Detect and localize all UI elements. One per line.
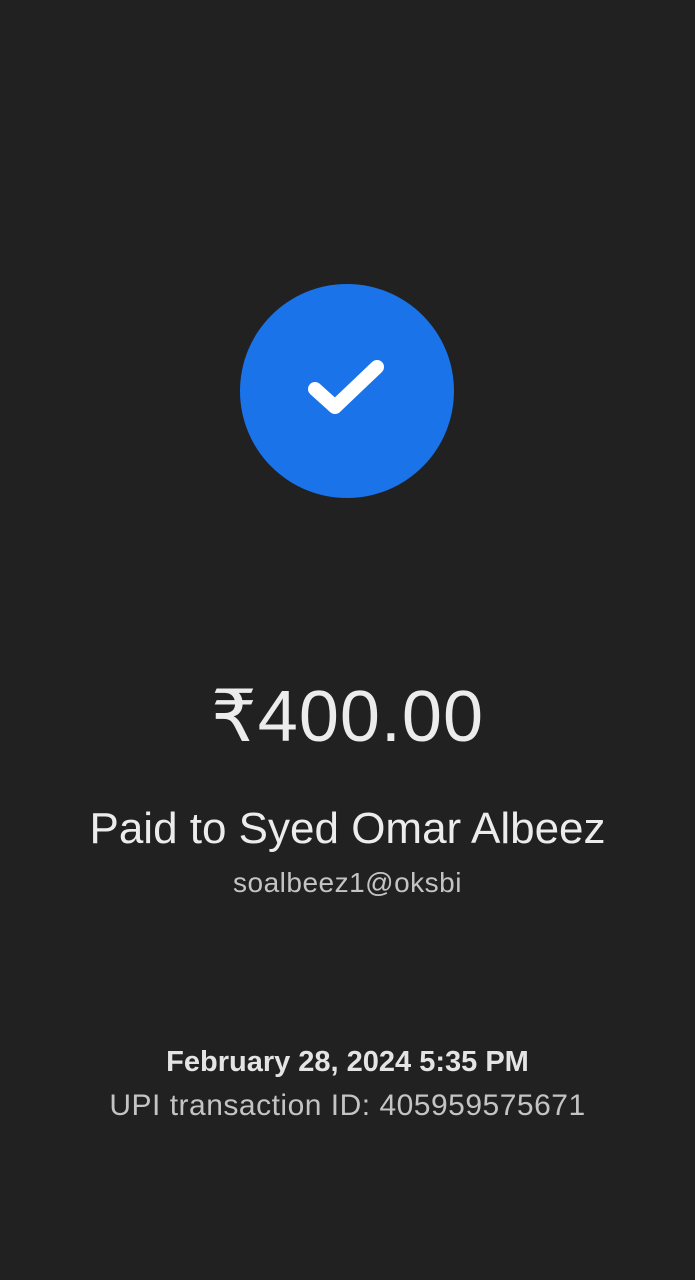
upi-transaction-id: UPI transaction ID: 405959575671: [109, 1089, 586, 1122]
payment-amount: ₹400.00: [210, 677, 485, 757]
payment-success-screen: ₹400.00 Paid to Syed Omar Albeez soalbee…: [0, 0, 695, 1280]
payee-name: Paid to Syed Omar Albeez: [89, 804, 606, 853]
check-icon: [308, 360, 384, 414]
payee-upi-id: soalbeez1@oksbi: [233, 867, 462, 898]
success-badge: [240, 284, 454, 498]
transaction-datetime: February 28, 2024 5:35 PM: [166, 1046, 529, 1078]
